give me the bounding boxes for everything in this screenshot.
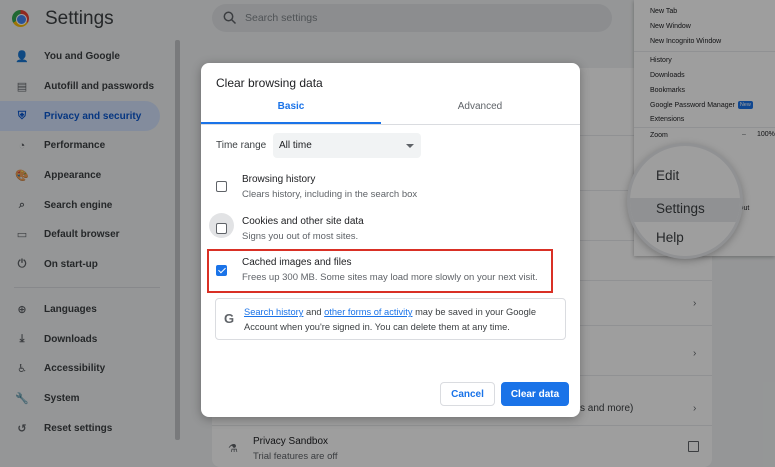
clear-data-button[interactable]: Clear data	[501, 382, 569, 406]
other-activity-link[interactable]: other forms of activity	[324, 307, 412, 317]
google-account-info: G Search history and other forms of acti…	[215, 298, 566, 340]
tab-basic[interactable]: Basic	[201, 101, 381, 124]
option-subtitle: Frees up 300 MB. Some sites may load mor…	[242, 272, 538, 283]
option-subtitle: Clears history, including in the search …	[242, 189, 418, 200]
cached-images-checkbox[interactable]	[216, 265, 227, 276]
highlight-annotation	[207, 249, 553, 293]
time-range-select[interactable]: All time	[273, 133, 421, 158]
info-text-part: and	[303, 307, 325, 317]
option-subtitle: Signs you out of most sites.	[242, 231, 359, 242]
cookies-checkbox[interactable]	[216, 223, 227, 234]
time-range-label: Time range	[216, 140, 267, 151]
info-text: Search history and other forms of activi…	[244, 305, 562, 335]
clear-browsing-data-dialog: Clear browsing data Basic Advanced Time …	[201, 63, 580, 417]
chevron-down-icon	[406, 144, 414, 148]
browsing-history-checkbox[interactable]	[216, 181, 227, 192]
search-history-link[interactable]: Search history	[244, 307, 303, 317]
time-range-value: All time	[279, 140, 312, 151]
option-title: Cookies and other site data	[242, 216, 364, 227]
cancel-button[interactable]: Cancel	[440, 382, 495, 406]
tab-divider	[201, 124, 580, 125]
google-g-icon: G	[224, 311, 235, 326]
option-title: Cached images and files	[242, 257, 352, 268]
dialog-title: Clear browsing data	[216, 76, 323, 90]
tab-advanced[interactable]: Advanced	[390, 101, 570, 124]
option-title: Browsing history	[242, 174, 316, 185]
